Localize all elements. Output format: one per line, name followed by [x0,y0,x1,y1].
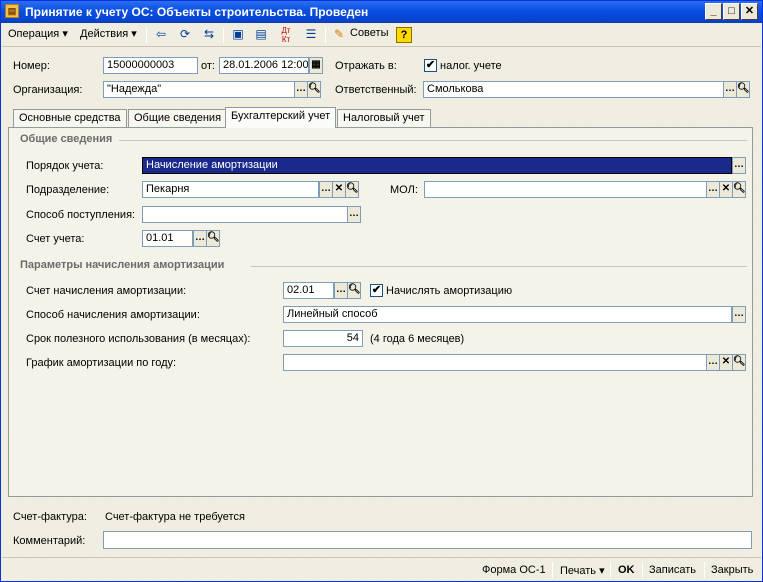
number-field[interactable]: 15000000003 [103,57,198,74]
window-title: Принятие к учету ОС: Объекты строительст… [25,5,369,19]
responsible-select-button[interactable]: … [723,81,737,98]
operation-menu[interactable]: Операция ▾ [8,27,68,40]
date-label: от: [201,60,215,72]
date-field[interactable]: 28.01.2006 12:00:00 [219,57,309,74]
tips-icon[interactable]: ✎ [330,26,348,44]
accrue-depreciation-checkbox[interactable]: ✔ [370,284,383,297]
clear-icon[interactable]: ✕ [332,181,346,198]
comment-field[interactable] [103,531,752,549]
search-icon[interactable]: 🔍︎ [732,354,746,371]
close-button[interactable]: Закрыть [711,564,753,576]
receipt-method-select-button[interactable]: … [347,206,361,223]
clear-icon[interactable]: ✕ [719,354,733,371]
statusbar-separator [610,562,611,578]
toolbar-separator [223,27,224,43]
document-window: ▤ Принятие к учету ОС: Объекты строитель… [0,0,763,582]
account-field[interactable]: 01.01 [142,230,193,247]
search-icon[interactable]: 🔍︎ [345,181,359,198]
invoice-value[interactable]: Счет-фактура не требуется [105,511,245,523]
schedule-field[interactable] [283,354,707,371]
receipt-method-field[interactable] [142,206,348,223]
reflect-label: Отражать в: [335,60,397,72]
toolbar-separator [325,27,326,43]
tab-general-info[interactable]: Общие сведения [128,109,228,127]
depreciation-section-title: Параметры начисления амортизации [20,259,225,271]
form-os1-button[interactable]: Форма ОС-1 [482,564,546,576]
accounting-order-select-button[interactable]: … [732,157,746,174]
toolbar: Операция ▾ Действия ▾ ⇦ ⟳ ⇆ ▣ ▤ Дт Кт ☰ ✎… [2,23,761,47]
depreciation-account-label: Счет начисления амортизации: [26,285,187,297]
report-icon[interactable]: ☰ [302,26,320,44]
statusbar-separator [552,562,553,578]
useful-life-field[interactable]: 54 [283,330,363,347]
tips-button[interactable]: Советы [350,27,388,39]
accounting-order-label: Порядок учета: [26,160,104,172]
search-icon[interactable]: 🔍︎ [347,282,361,299]
responsible-field[interactable]: Смолькова [423,81,724,98]
useful-life-note: (4 года 6 месяцев) [370,333,465,345]
organization-label: Организация: [13,84,83,96]
receipt-method-label: Способ поступления: [26,209,136,221]
statusbar-separator [704,562,705,578]
swap-icon[interactable]: ⇆ [200,26,218,44]
statusbar-separator [642,562,643,578]
division-field[interactable]: Пекарня [142,181,319,198]
arrow-left-icon[interactable]: ⇦ [152,26,170,44]
schedule-label: График амортизации по году: [26,357,177,369]
division-label: Подразделение: [26,184,110,196]
maximize-button[interactable]: □ [723,3,740,20]
number-label: Номер: [13,60,50,72]
tab-accounting[interactable]: Бухгалтерский учет [225,107,337,128]
account-label: Счет учета: [26,233,85,245]
invoice-label: Счет-фактура: [13,511,87,523]
accounting-order-field[interactable]: Начисление амортизации [142,157,732,174]
organization-field[interactable]: "Надежда" [103,81,295,98]
unpost-document-icon[interactable]: ▤ [252,26,270,44]
toolbar-separator [146,27,147,43]
help-button[interactable]: ? [396,27,412,43]
actions-menu[interactable]: Действия ▾ [80,27,137,40]
print-menu[interactable]: Печать ▾ [560,564,605,577]
account-select-button[interactable]: … [193,230,207,247]
general-section-title: Общие сведения [20,133,113,145]
accrue-depreciation-label: Начислять амортизацию [386,285,513,297]
tax-accounting-label: налог. учете [440,60,502,72]
app-icon: ▤ [5,4,19,18]
section-divider [119,140,747,141]
depreciation-account-field[interactable]: 02.01 [283,282,334,299]
mol-select-button[interactable]: … [706,181,720,198]
depreciation-account-select-button[interactable]: … [334,282,348,299]
responsible-label: Ответственный: [335,84,417,96]
calendar-icon[interactable]: ▦ [309,57,323,74]
comment-label: Комментарий: [13,535,86,547]
tab-fixed-assets[interactable]: Основные средства [13,109,127,127]
save-button[interactable]: Записать [649,564,696,576]
accounting-tab-panel: Общие сведения Порядок учета: Начисление… [8,127,753,497]
close-window-button[interactable]: ✕ [741,3,758,20]
mol-field[interactable] [424,181,707,198]
refresh-icon[interactable]: ⟳ [176,26,194,44]
search-icon[interactable]: 🔍︎ [736,81,750,98]
depreciation-method-label: Способ начисления амортизации: [26,309,200,321]
minimize-button[interactable]: _ [705,3,722,20]
tax-accounting-checkbox[interactable]: ✔ [424,59,437,72]
mol-label: МОЛ: [390,184,418,196]
debit-credit-icon[interactable]: Дт Кт [277,26,295,44]
depreciation-method-field[interactable]: Линейный способ [283,306,732,323]
depreciation-method-select-button[interactable]: … [732,306,746,323]
useful-life-label: Срок полезного использования (в месяцах)… [26,333,251,345]
search-icon[interactable]: 🔍︎ [732,181,746,198]
section-divider [251,266,747,267]
organization-select-button[interactable]: … [294,81,308,98]
clear-icon[interactable]: ✕ [719,181,733,198]
division-select-button[interactable]: … [319,181,333,198]
ok-button[interactable]: OK [618,564,635,576]
schedule-select-button[interactable]: … [706,354,720,371]
search-icon[interactable]: 🔍︎ [307,81,321,98]
post-document-icon[interactable]: ▣ [229,26,247,44]
title-bar: ▤ Принятие к учету ОС: Объекты строитель… [1,1,762,23]
status-bar: Форма ОС-1 Печать ▾ OK Записать Закрыть [2,557,761,581]
tab-tax-accounting[interactable]: Налоговый учет [337,109,431,127]
search-icon[interactable]: 🔍︎ [206,230,220,247]
